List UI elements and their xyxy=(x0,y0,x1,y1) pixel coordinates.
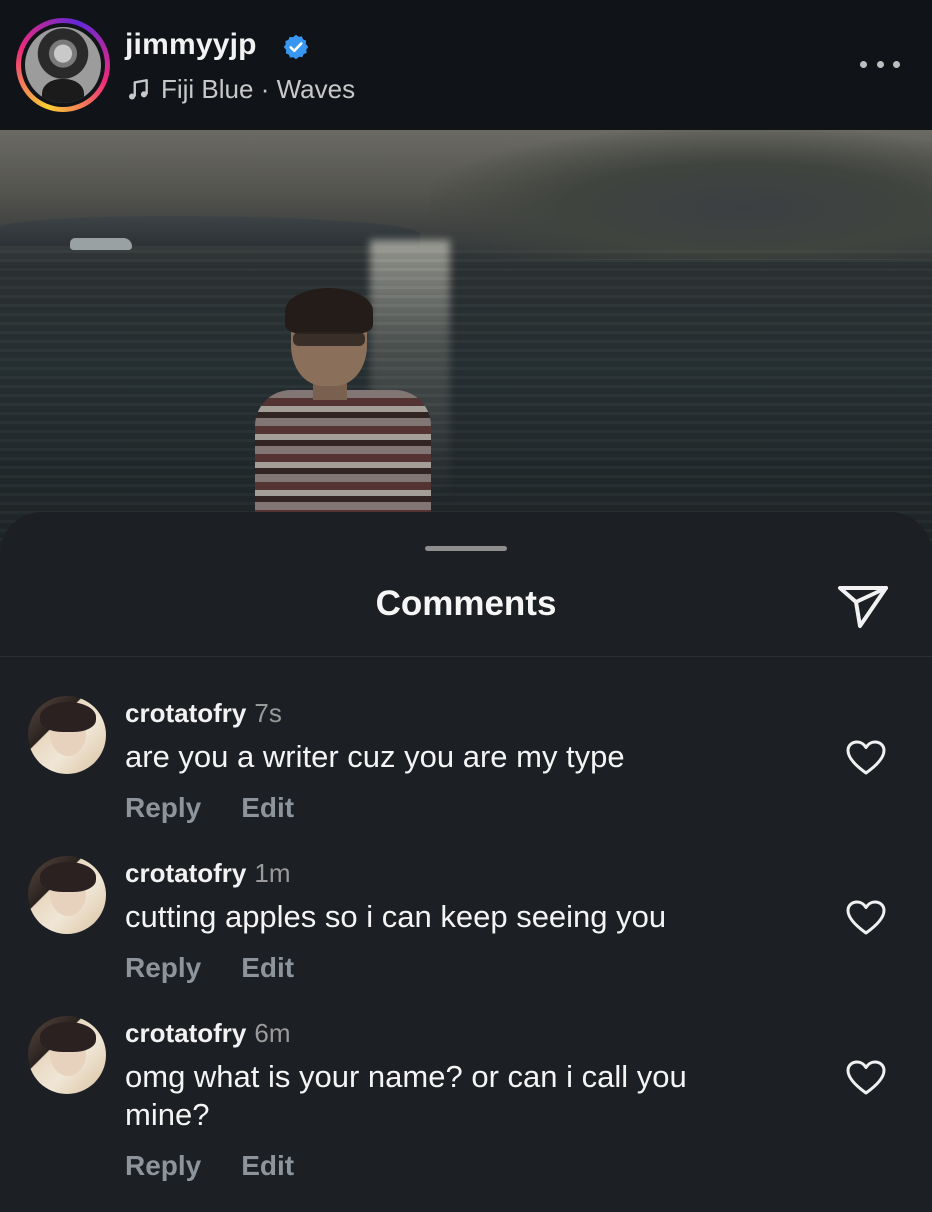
comment-username[interactable]: crotatofry 1m xyxy=(125,858,290,889)
sheet-title: Comments xyxy=(375,584,557,623)
music-label: Fiji Blue · Waves xyxy=(161,74,356,104)
comment-username[interactable]: crotatofry 7s xyxy=(125,698,282,729)
reply-button[interactable]: Reply xyxy=(125,952,201,984)
story-header: jimmyyjp Fiji Blue · Waves xyxy=(0,0,932,130)
comment-username[interactable]: crotatofry 6m xyxy=(125,1018,290,1049)
photo-person xyxy=(255,288,435,550)
more-dot xyxy=(860,60,867,68)
comment-time: 1m xyxy=(254,858,291,888)
more-options-icon[interactable] xyxy=(860,56,900,72)
avatar-photo xyxy=(25,27,101,103)
photo-boat xyxy=(70,238,132,250)
commenter-avatar[interactable] xyxy=(28,696,106,774)
comment-text: are you a writer cuz you are my type xyxy=(125,739,625,774)
comment-username-text: crotatofry xyxy=(125,858,247,888)
sheet-divider xyxy=(0,656,932,657)
reply-button[interactable]: Reply xyxy=(125,1150,201,1182)
comment-time: 6m xyxy=(254,1018,291,1048)
edit-button[interactable]: Edit xyxy=(241,792,294,824)
story-photo[interactable] xyxy=(0,130,932,560)
edit-button[interactable]: Edit xyxy=(241,952,294,984)
send-icon[interactable] xyxy=(834,578,892,632)
more-dot xyxy=(893,60,900,68)
music-attribution[interactable]: Fiji Blue · Waves xyxy=(125,74,355,105)
story-avatar[interactable] xyxy=(16,18,110,112)
comment-text: cutting apples so i can keep seeing you xyxy=(125,899,667,934)
comment-username-text: crotatofry xyxy=(125,698,247,728)
story-username[interactable]: jimmyyjp xyxy=(125,28,257,62)
more-dot xyxy=(876,60,884,68)
heart-icon[interactable] xyxy=(846,900,886,936)
reply-button[interactable]: Reply xyxy=(125,792,201,824)
person-sunglasses xyxy=(293,332,365,346)
commenter-avatar[interactable] xyxy=(28,856,106,934)
person-hair xyxy=(285,288,373,334)
photo-hills xyxy=(0,216,420,246)
comments-sheet: Comments crotatofry 7s are you a writer c… xyxy=(0,512,932,1212)
comment-username-text: crotatofry xyxy=(125,1018,247,1048)
commenter-avatar[interactable] xyxy=(28,1016,106,1094)
comment-actions: Reply Edit xyxy=(125,952,294,984)
verified-badge-icon xyxy=(283,34,309,60)
person-shirt xyxy=(255,390,431,520)
comment-actions: Reply Edit xyxy=(125,792,294,824)
sheet-grabber[interactable] xyxy=(425,546,507,551)
heart-icon[interactable] xyxy=(846,740,886,776)
photo-cloud xyxy=(430,130,932,260)
music-note-icon xyxy=(129,78,148,100)
comment-actions: Reply Edit xyxy=(125,1150,294,1182)
heart-icon[interactable] xyxy=(846,1060,886,1096)
comment-time: 7s xyxy=(254,698,282,728)
edit-button[interactable]: Edit xyxy=(241,1150,294,1182)
comment-text: omg what is your name? or can i call you… xyxy=(125,1059,687,1132)
